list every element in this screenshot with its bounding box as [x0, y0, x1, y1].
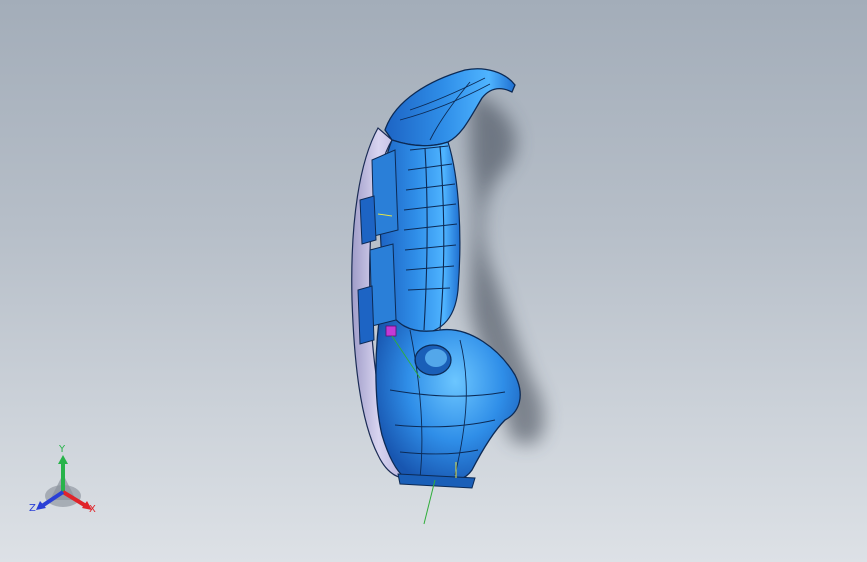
y-axis-label: Y	[59, 444, 66, 455]
z-axis-label: Z	[29, 503, 36, 514]
graphics-viewport[interactable]: Y Z X	[0, 0, 867, 562]
model-view[interactable]	[0, 0, 867, 562]
magenta-marker	[385, 325, 397, 337]
axis-triad: Y Z X	[20, 444, 110, 524]
x-axis-label: X	[89, 504, 96, 515]
datum-line-green	[423, 479, 436, 525]
